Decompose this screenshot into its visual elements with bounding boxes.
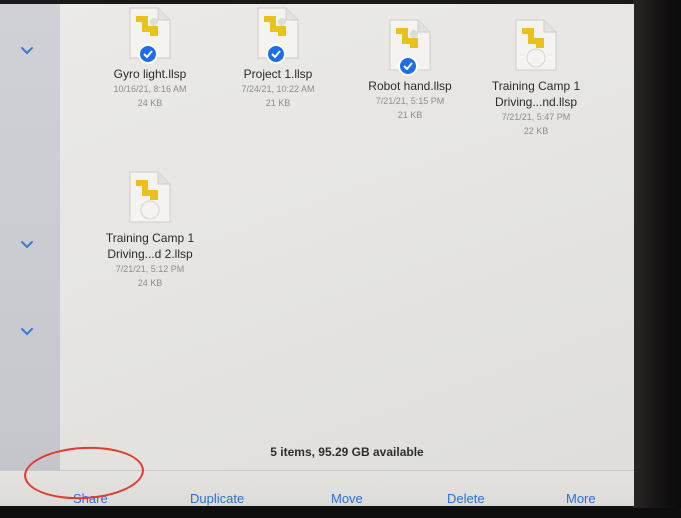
llsp-file-icon — [128, 170, 172, 224]
llsp-file-icon — [256, 6, 300, 64]
chevron-down-icon[interactable] — [20, 46, 34, 56]
file-size: 22 KB — [523, 126, 549, 136]
llsp-file-icon — [128, 6, 172, 64]
file-name-line-2: Driving...d 2.llsp — [107, 247, 193, 261]
file-size: 21 KB — [397, 110, 423, 120]
files-screen: Gyro light.llsp 10/16/21, 8:16 AM 24 KB … — [0, 4, 634, 506]
more-button[interactable]: More — [566, 491, 596, 506]
file-date: 10/16/21, 8:16 AM — [113, 84, 187, 94]
file-item[interactable]: Robot hand.llsp 7/21/21, 5:15 PM 21 KB — [350, 18, 470, 122]
selected-check-icon — [266, 44, 286, 64]
file-date: 7/21/21, 5:12 PM — [115, 264, 185, 274]
sidebar — [0, 4, 60, 506]
device-bezel-bottom — [0, 508, 681, 518]
move-button[interactable]: Move — [331, 491, 363, 506]
file-date: 7/24/21, 10:22 AM — [241, 84, 315, 94]
file-name: Project 1.llsp — [243, 67, 313, 81]
selected-check-icon — [398, 56, 418, 76]
file-size: 24 KB — [137, 98, 163, 108]
chevron-down-icon[interactable] — [20, 327, 34, 337]
file-size: 21 KB — [265, 98, 291, 108]
llsp-file-icon — [388, 18, 432, 76]
file-date: 7/21/21, 5:47 PM — [501, 112, 571, 122]
file-item[interactable]: Project 1.llsp 7/24/21, 10:22 AM 21 KB — [218, 6, 338, 110]
file-name: Robot hand.llsp — [368, 79, 452, 93]
file-item[interactable]: Training Camp 1 Driving...d 2.llsp 7/21/… — [90, 170, 210, 290]
file-name-line-1: Training Camp 1 — [491, 79, 581, 93]
chevron-down-icon[interactable] — [20, 240, 34, 250]
file-item[interactable]: Training Camp 1 Driving...nd.llsp 7/21/2… — [476, 18, 596, 138]
file-name: Gyro light.llsp — [113, 67, 187, 81]
selected-check-icon — [138, 44, 158, 64]
file-size: 24 KB — [137, 278, 163, 288]
duplicate-button[interactable]: Duplicate — [190, 491, 244, 506]
file-date: 7/21/21, 5:15 PM — [375, 96, 445, 106]
file-name-line-1: Training Camp 1 — [105, 231, 195, 245]
file-grid: Gyro light.llsp 10/16/21, 8:16 AM 24 KB … — [60, 4, 634, 506]
delete-button[interactable]: Delete — [447, 491, 485, 506]
file-name-line-2: Driving...nd.llsp — [494, 95, 578, 109]
llsp-file-icon — [514, 18, 558, 72]
file-item[interactable]: Gyro light.llsp 10/16/21, 8:16 AM 24 KB — [90, 6, 210, 110]
device-bezel-right — [633, 0, 681, 518]
